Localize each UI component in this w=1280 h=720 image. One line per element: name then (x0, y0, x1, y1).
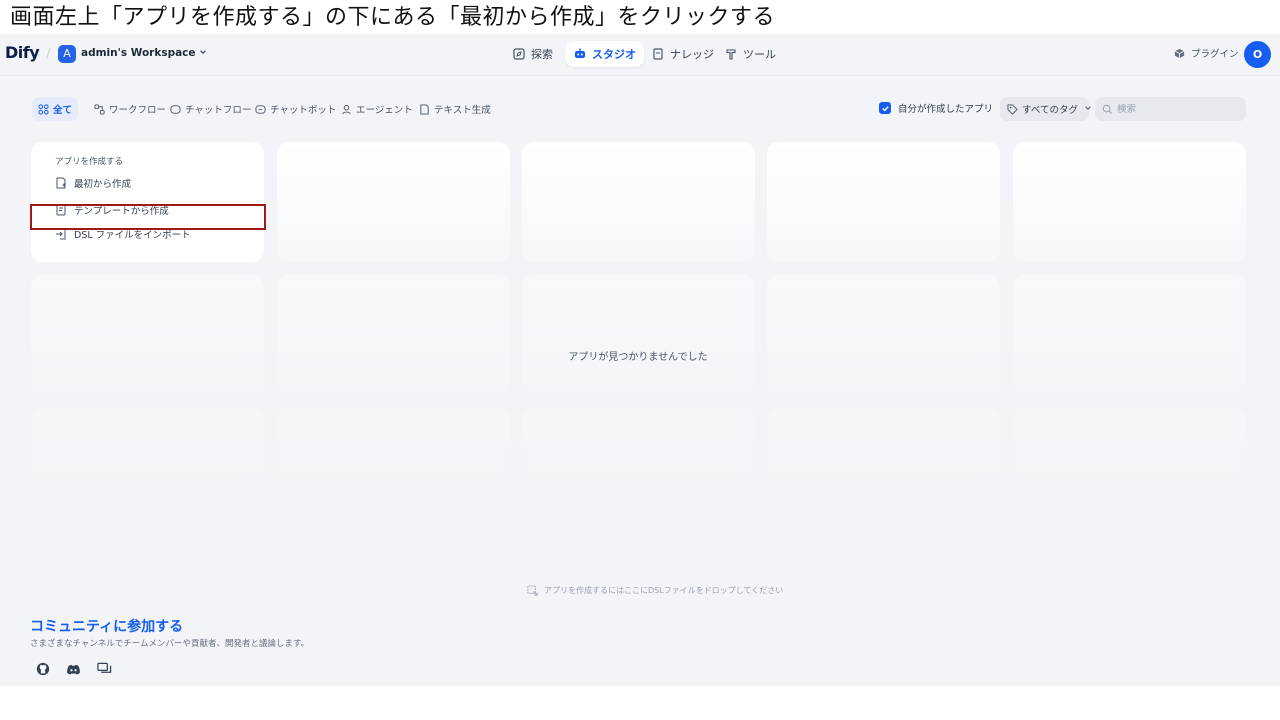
discord-icon (66, 661, 81, 680)
grid-icon (38, 103, 49, 115)
drop-file-icon (527, 585, 538, 596)
tag-filter-label: すべてのタグ (1022, 105, 1078, 116)
community-description: さまざまなチャンネルでチームメンバーや貢献者、開発者と議論します。 (30, 639, 310, 649)
tab-chatbot-label: チャットボット (270, 105, 337, 116)
tag-icon (1007, 103, 1018, 115)
plugin-label: プラグイン (1191, 49, 1239, 60)
placeholder-card (522, 275, 755, 395)
import-icon (55, 228, 67, 240)
placeholder-card (31, 275, 264, 395)
dify-app: Dify / A admin's Workspace 探索 スタジオ ナレッジ (0, 34, 1280, 686)
created-by-me-label: 自分が作成したアプリ (898, 104, 994, 115)
nav-knowledge-label: ナレッジ (670, 48, 714, 61)
forum-icon (96, 661, 112, 680)
top-header: Dify / A admin's Workspace 探索 スタジオ ナレッジ (0, 34, 1280, 76)
tab-agent[interactable]: エージェント (335, 97, 419, 121)
tab-text-generation[interactable]: テキスト生成 (413, 97, 497, 121)
tag-filter-dropdown[interactable]: すべてのタグ (1000, 97, 1092, 121)
create-from-blank-label: 最初から作成 (74, 179, 132, 190)
nav-tools-label: ツール (743, 48, 776, 61)
tab-text-generation-label: テキスト生成 (434, 105, 491, 116)
import-dsl-label: DSL ファイルをインポート (74, 230, 191, 241)
dsl-drop-hint: アプリを作成するにはここにDSLファイルをドロップしてください (527, 585, 783, 596)
search-input[interactable] (1117, 103, 1237, 115)
nav-studio-label: スタジオ (592, 48, 636, 61)
placeholder-card (767, 275, 1000, 395)
nav-explore[interactable]: 探索 (504, 41, 561, 67)
discord-link[interactable] (65, 662, 81, 678)
template-icon (55, 204, 67, 216)
plugin-button[interactable]: プラグイン (1174, 46, 1239, 60)
text-generation-icon (419, 103, 430, 115)
chatflow-icon (170, 104, 181, 115)
create-app-title: アプリを作成する (55, 157, 124, 167)
created-by-me-checkbox[interactable] (879, 102, 891, 114)
created-by-me-filter[interactable]: 自分が作成したアプリ (879, 101, 993, 115)
tab-chatflow-label: チャットフロー (185, 105, 252, 116)
chevron-down-icon (199, 47, 207, 59)
breadcrumb-separator: / (46, 46, 51, 62)
placeholder-card (1013, 142, 1246, 262)
placeholder-card (522, 142, 755, 262)
create-from-blank-button[interactable]: 最初から作成 (55, 173, 131, 193)
placeholder-card (1013, 275, 1246, 395)
cube-icon (1174, 48, 1185, 59)
tab-workflow-label: ワークフロー (109, 105, 167, 116)
agent-icon (341, 104, 352, 115)
community-title: コミュニティに参加する (30, 619, 184, 635)
search-icon (1102, 104, 1113, 115)
robot-icon (573, 47, 587, 61)
nav-knowledge[interactable]: ナレッジ (643, 41, 722, 67)
create-from-template-label: テンプレートから作成 (74, 206, 169, 217)
workflow-icon (94, 103, 105, 115)
placeholder-card (277, 275, 510, 395)
user-avatar[interactable]: O (1244, 41, 1271, 68)
dify-logo[interactable]: Dify (5, 43, 40, 62)
chevron-down-icon (1084, 104, 1092, 115)
create-app-card: アプリを作成する 最初から作成 テンプレートから作成 DSL ファイルをインポー… (31, 142, 264, 262)
tab-chatflow[interactable]: チャットフロー (164, 97, 257, 121)
tab-chatbot[interactable]: チャットボット (249, 97, 342, 121)
dsl-drop-hint-text: アプリを作成するにはここにDSLファイルをドロップしてください (544, 586, 784, 595)
nav-studio[interactable]: スタジオ (565, 41, 644, 67)
instruction-caption: 画面左上「アプリを作成する」の下にある「最初から作成」をクリックする (10, 5, 776, 30)
workspace-name: admin's Workspace (81, 47, 196, 59)
chatbot-icon (255, 104, 266, 115)
new-file-icon (55, 177, 67, 189)
hammer-icon (724, 47, 738, 61)
import-dsl-button[interactable]: DSL ファイルをインポート (55, 224, 191, 244)
tab-workflow[interactable]: ワークフロー (88, 97, 172, 121)
create-from-template-button[interactable]: テンプレートから作成 (55, 200, 169, 220)
nav-tools[interactable]: ツール (716, 41, 784, 67)
search-box[interactable] (1095, 97, 1246, 121)
github-link[interactable] (35, 662, 51, 678)
placeholder-card (277, 142, 510, 262)
book-icon (651, 47, 665, 61)
tab-all-label: 全て (53, 105, 73, 116)
tab-all[interactable]: 全て (32, 97, 79, 121)
placeholder-card (767, 142, 1000, 262)
tab-agent-label: エージェント (356, 105, 413, 116)
forum-link[interactable] (96, 662, 112, 678)
workspace-selector[interactable]: admin's Workspace (81, 47, 207, 59)
compass-icon (512, 47, 526, 61)
github-icon (36, 661, 50, 680)
bottom-fade-overlay (0, 404, 1280, 564)
workspace-avatar[interactable]: A (58, 45, 76, 63)
empty-state-message: アプリが見つかりませんでした (568, 352, 708, 363)
nav-explore-label: 探索 (531, 48, 553, 61)
